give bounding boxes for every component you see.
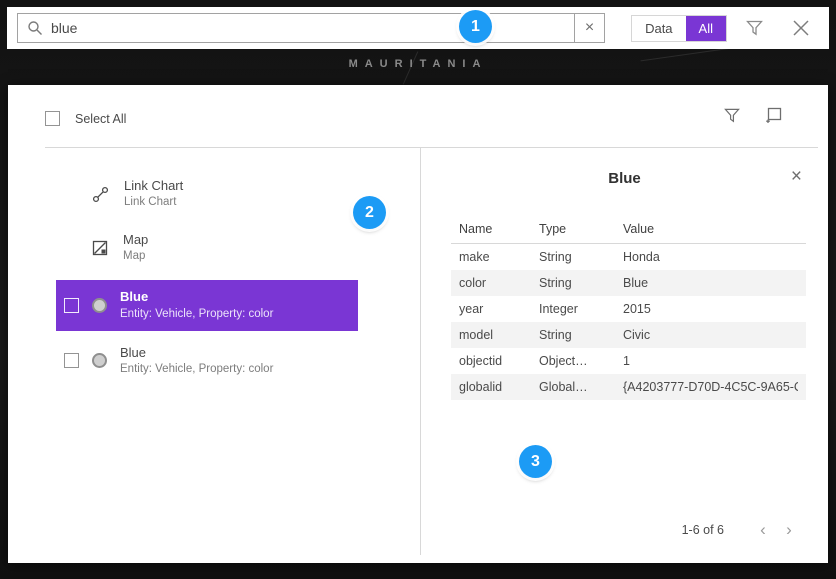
cell-name: year [459,302,539,316]
entity-icon [92,298,107,313]
table-row: year Integer 2015 [451,296,806,322]
cell-name: objectid [459,354,539,368]
table-row: color String Blue [451,270,806,296]
result-checkbox[interactable] [64,298,79,313]
table-row: globalid Global… {A4203777-D70D-4C5C-9A6… [451,374,806,400]
table-body: make String Honda color String Blue year… [451,244,806,400]
search-icon [27,20,43,36]
cell-type: String [539,276,623,290]
panel-header-icons [724,107,782,124]
filter-icon [746,20,763,36]
prev-page-button[interactable]: ‹ [750,517,776,543]
cell-type: Global… [539,380,623,394]
detail-panel: Blue × Name Type Value make String Honda… [421,148,828,563]
result-text: Blue Entity: Vehicle, Property: color [120,345,273,377]
result-title: Link Chart [124,178,183,194]
page-range-label: 1-6 of 6 [682,523,724,537]
search-bar: × Data All [7,7,829,49]
pagination: 1-6 of 6 ‹ › [682,517,802,543]
result-item-blue[interactable]: Blue Entity: Vehicle, Property: color [56,336,358,386]
cell-value: Blue [623,276,798,290]
column-header: Name [459,222,539,236]
cell-value: Honda [623,250,798,264]
close-icon [791,18,811,38]
result-title: Map [123,232,148,248]
clear-search-button[interactable]: × [575,13,605,43]
select-all-control[interactable]: Select All [45,111,126,126]
detail-title: Blue [421,170,828,187]
result-text: Blue Entity: Vehicle, Property: color [120,289,273,321]
attribute-table: Name Type Value make String Honda color … [451,214,806,400]
table-row: model String Civic [451,322,806,348]
next-page-button[interactable]: › [776,517,802,543]
cell-type: Integer [539,302,623,316]
scope-data-button[interactable]: Data [632,16,685,41]
result-subtitle: Entity: Vehicle, Property: color [120,362,273,377]
map-country-label: MAURITANIA [0,58,836,70]
close-search-button[interactable] [783,10,819,46]
result-item-blue-selected[interactable]: Blue Entity: Vehicle, Property: color [56,280,358,330]
cell-name: make [459,250,539,264]
results-filter-button[interactable] [724,107,740,124]
search-scope-toggle: Data All [631,15,727,42]
close-detail-button[interactable]: × [791,166,802,188]
column-header: Type [539,222,623,236]
table-header-row: Name Type Value [451,214,806,244]
table-row: objectid Object… 1 [451,348,806,374]
cell-value: Civic [623,328,798,342]
result-title: Blue [120,345,273,361]
cell-value: 2015 [623,302,798,316]
select-all-checkbox[interactable] [45,111,60,126]
result-text: Map Map [123,232,148,264]
map-icon [92,240,108,256]
entity-icon [92,353,107,368]
link-chart-icon [92,186,109,203]
result-text: Link Chart Link Chart [124,178,183,210]
result-checkbox[interactable] [64,353,79,368]
cell-name: model [459,328,539,342]
scope-all-button[interactable]: All [686,16,726,41]
result-subtitle: Map [123,249,148,264]
cell-name: color [459,276,539,290]
select-all-label: Select All [75,112,126,126]
result-subtitle: Link Chart [124,195,183,210]
table-row: make String Honda [451,244,806,270]
annotation-badge-2: 2 [353,196,386,229]
cell-value: 1 [623,354,798,368]
annotation-badge-1: 1 [459,10,492,43]
search-filter-button[interactable] [737,11,771,45]
cell-name: globalid [459,380,539,394]
column-header: Value [623,222,798,236]
annotation-badge-3: 3 [519,445,552,478]
add-to-chart-icon [764,107,782,124]
add-to-link-chart-button[interactable] [764,107,782,124]
screen: MAURITANIA × Data All Select [0,0,836,579]
result-item-map[interactable]: Map Map [8,221,418,275]
cell-type: Object… [539,354,623,368]
result-title: Blue [120,289,273,305]
filter-icon [724,108,740,123]
search-results-panel: Select All Link Chart [8,85,828,563]
result-subtitle: Entity: Vehicle, Property: color [120,307,273,322]
cell-value: {A4203777-D70D-4C5C-9A65-C… [623,380,798,394]
cell-type: String [539,328,623,342]
cell-type: String [539,250,623,264]
